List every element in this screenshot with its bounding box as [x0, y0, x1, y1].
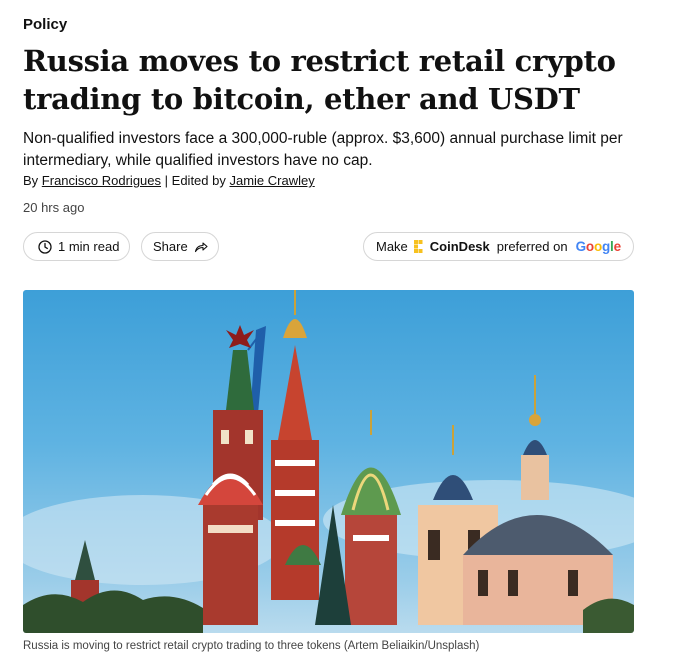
hero-illustration: [23, 290, 634, 633]
article-subheading: Non-qualified investors face a 300,000-r…: [23, 130, 623, 169]
clock-icon: [38, 239, 52, 254]
article-category[interactable]: Policy: [23, 16, 67, 33]
publish-timestamp: 20 hrs ago: [23, 200, 85, 215]
share-button[interactable]: Share: [141, 232, 219, 261]
article-headline: Russia moves to restrict retail crypto t…: [23, 44, 616, 116]
google-logo: Google: [575, 239, 622, 254]
byline-prefix: By: [23, 173, 39, 188]
coindesk-logo-icon: [413, 240, 427, 253]
share-label: Share: [153, 239, 188, 254]
coindesk-brand-name: CoinDesk: [429, 239, 490, 254]
google-letter: o: [593, 239, 602, 254]
edited-by-prefix: Edited by: [171, 173, 226, 188]
google-letter: o: [585, 239, 594, 254]
byline: By Francisco Rodrigues | Edited by Jamie…: [23, 173, 315, 188]
preferred-on-label: preferred on: [496, 239, 568, 254]
google-letter: g: [602, 239, 611, 254]
editor-link[interactable]: Jamie Crawley: [229, 173, 314, 188]
image-caption: Russia is moving to restrict retail cryp…: [23, 640, 480, 652]
read-time-badge: 1 min read: [23, 232, 130, 261]
google-preferred-source-button[interactable]: Make CoinDesk preferred on Google: [363, 232, 634, 261]
make-label: Make: [376, 239, 408, 254]
article-hero-image: [23, 290, 634, 633]
byline-separator: |: [164, 173, 169, 188]
google-letter: e: [613, 239, 622, 254]
read-time-label: 1 min read: [58, 239, 120, 254]
author-link[interactable]: Francisco Rodrigues: [42, 173, 161, 188]
coindesk-logo: CoinDesk: [413, 239, 490, 254]
share-arrow-icon: [194, 241, 208, 253]
google-letter: G: [575, 239, 587, 254]
